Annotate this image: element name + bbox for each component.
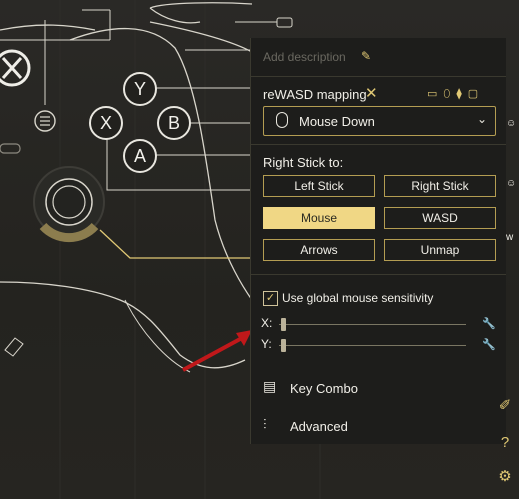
mouse-icon[interactable]: ⬯ <box>443 87 450 101</box>
advanced-link[interactable]: Advanced <box>290 419 348 434</box>
chevron-down-icon: ⌄ <box>476 112 487 126</box>
global-sensitivity-label: Use global mouse sensitivity <box>282 291 434 305</box>
mouse-button[interactable]: Mouse <box>263 207 375 229</box>
wrench-icon[interactable]: 🔧 <box>482 338 496 351</box>
gamepad-icon[interactable]: ▭ <box>427 87 437 101</box>
b-button[interactable]: B <box>157 106 191 140</box>
y-slider-thumb[interactable] <box>281 339 286 352</box>
x-slider-thumb[interactable] <box>281 318 286 331</box>
arrows-button[interactable]: Arrows <box>263 239 375 261</box>
right-stick-label: Right Stick to: <box>263 155 344 170</box>
unmap-button[interactable]: Unmap <box>384 239 496 261</box>
key-combo-link[interactable]: Key Combo <box>290 381 358 396</box>
settings-icon[interactable]: ⚙ <box>496 467 514 485</box>
mapping-dropdown[interactable]: Mouse Down ⌄ <box>263 106 496 136</box>
help-icon[interactable]: ? <box>496 434 514 451</box>
wrench-icon[interactable]: 🔧 <box>482 317 496 330</box>
mouse-icon <box>276 112 288 128</box>
pencil-icon[interactable]: ✎ <box>361 49 371 63</box>
description-field[interactable]: Add description <box>263 50 346 64</box>
controller-edge-icon: ☺ <box>506 178 517 189</box>
y-button[interactable]: Y <box>123 72 157 106</box>
left-stick-button[interactable]: Left Stick <box>263 175 375 197</box>
wasd-button[interactable]: WASD <box>384 207 496 229</box>
x-axis-label: X: <box>261 316 273 330</box>
y-axis-label: Y: <box>261 337 272 351</box>
close-icon[interactable]: ✕ <box>365 84 378 102</box>
device-icons: ▭ ⬯ ⧫ ▢ <box>427 87 478 101</box>
mapping-title: reWASD mapping <box>263 87 367 102</box>
controller-edge-icon: w <box>506 232 514 243</box>
divider <box>251 274 506 275</box>
a-button[interactable]: A <box>123 139 157 173</box>
key-combo-icon: ▤ <box>263 378 277 394</box>
controller-canvas: Y X B A Add description ✎ reWASD mapping… <box>0 0 519 499</box>
paint-brush-icon[interactable]: ✐ <box>496 396 514 414</box>
divider <box>251 144 506 145</box>
controller-edge-icon: ☺ <box>506 118 517 129</box>
x-button[interactable]: X <box>89 106 123 140</box>
divider <box>251 76 506 77</box>
right-stick-button[interactable]: Right Stick <box>384 175 496 197</box>
mapping-action: Mouse Down <box>299 114 375 129</box>
x-sensitivity-slider[interactable] <box>279 318 466 331</box>
y-sensitivity-slider[interactable] <box>279 339 466 352</box>
keyboard-icon[interactable]: ▢ <box>468 87 478 101</box>
advanced-icon: ⫶ <box>263 416 267 432</box>
global-sensitivity-checkbox[interactable]: ✓ <box>263 291 278 306</box>
mapping-panel: Add description ✎ reWASD mapping ✕ ▭ ⬯ ⧫… <box>250 38 506 444</box>
playstation-icon[interactable]: ⧫ <box>456 87 461 101</box>
